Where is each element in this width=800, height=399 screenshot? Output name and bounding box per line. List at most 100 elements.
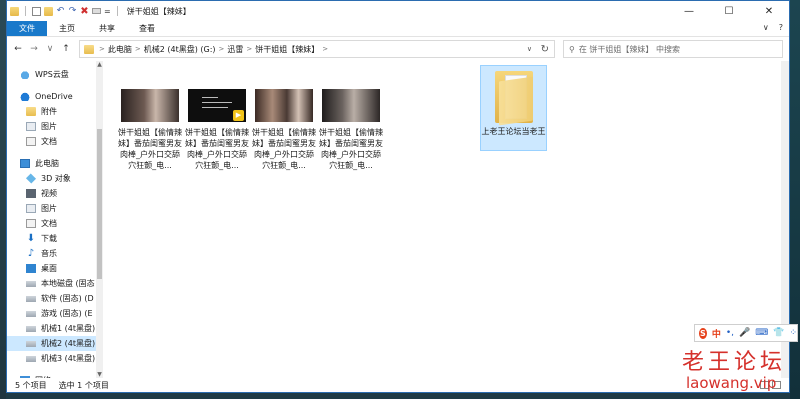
navigation-scrollbar[interactable]: ▲ ▼ <box>96 61 103 378</box>
breadcrumb-xunlei[interactable]: 迅雷 <box>227 44 243 55</box>
sogou-logo-icon[interactable]: S <box>699 327 707 339</box>
tab-file[interactable]: 文件 <box>7 21 47 36</box>
nav-item-drive-d[interactable]: 软件 (固态) (D <box>7 291 103 306</box>
navigation-pane: WPS云盘 OneDrive 附件 图片 文档 此电脑 3D 对象 视频 图片 … <box>7 61 103 378</box>
nav-item-label: 图片 <box>41 204 57 213</box>
tab-share[interactable]: 共享 <box>87 21 127 36</box>
folder-item-selected[interactable]: 上老王论坛当老王 <box>480 65 547 151</box>
search-input[interactable]: ⚲ 在 饼干姐姐【辣妹】 中搜索 <box>563 40 783 58</box>
help-button[interactable]: ? <box>779 23 783 32</box>
nav-item-drive-c[interactable]: 本地磁盘 (固态 <box>7 276 103 291</box>
maximize-button[interactable]: ☐ <box>709 1 749 21</box>
chevron-right-icon[interactable]: > <box>135 45 141 53</box>
downloads-icon: ⬇ <box>26 233 36 244</box>
keyboard-icon[interactable]: ⌨ <box>755 328 768 338</box>
tab-view[interactable]: 查看 <box>127 21 167 36</box>
toolbox-icon[interactable]: ⁘ <box>789 328 797 338</box>
separator <box>25 6 26 16</box>
scroll-up-icon[interactable]: ▲ <box>96 61 103 68</box>
chevron-right-icon[interactable]: > <box>219 45 225 53</box>
undo-icon[interactable]: ↶ <box>56 6 65 16</box>
customize-quick-access-dropdown[interactable]: = <box>104 7 111 16</box>
nav-item-this-pc[interactable]: 此电脑 <box>7 156 103 171</box>
scroll-down-icon[interactable]: ▼ <box>96 371 103 378</box>
nav-item-label: WPS云盘 <box>35 70 69 79</box>
chevron-right-icon[interactable]: > <box>99 45 105 53</box>
nav-item-onedrive-documents[interactable]: 文档 <box>7 134 103 149</box>
nav-list: WPS云盘 OneDrive 附件 图片 文档 此电脑 3D 对象 视频 图片 … <box>7 61 103 378</box>
up-button[interactable]: ↑ <box>59 44 73 54</box>
breadcrumb-current-folder[interactable]: 饼干姐姐【辣妹】 <box>255 44 319 55</box>
drive-icon <box>26 340 36 347</box>
address-dropdown-button[interactable]: ∨ <box>527 45 532 53</box>
nav-item-drive-e[interactable]: 游戏 (固态) (E <box>7 306 103 321</box>
videos-icon <box>26 189 36 198</box>
file-item[interactable]: 饼干姐姐【偷情辣妹】番茄闺蜜男友肉棒_户外口交舔穴狂颤_电... <box>318 89 384 171</box>
file-name: 饼干姐姐【偷情辣妹】番茄闺蜜男友肉棒_户外口交舔穴狂颤_电... <box>319 128 383 170</box>
nav-item-attachments[interactable]: 附件 <box>7 104 103 119</box>
chevron-right-icon[interactable]: > <box>246 45 252 53</box>
minimize-button[interactable]: — <box>669 1 709 21</box>
expand-ribbon-button[interactable]: ∨ <box>763 23 769 32</box>
ribbon-controls: ∨ ? <box>763 23 783 32</box>
nav-item-onedrive[interactable]: OneDrive <box>7 89 103 104</box>
new-folder-icon[interactable] <box>44 6 53 16</box>
window-title: 饼干姐姐【辣妹】 <box>126 6 191 16</box>
main-area: WPS云盘 OneDrive 附件 图片 文档 此电脑 3D 对象 视频 图片 … <box>7 61 789 378</box>
tab-home[interactable]: 主页 <box>47 21 87 36</box>
breadcrumb-drive[interactable]: 机械2 (4t黑盘) (G:) <box>144 44 216 55</box>
punctuation-icon[interactable]: •, <box>726 328 734 338</box>
chevron-right-icon[interactable]: > <box>322 45 328 53</box>
pictures-icon <box>26 122 36 131</box>
scrollbar-thumb[interactable] <box>97 129 102 279</box>
skin-icon[interactable]: 👕 <box>773 328 784 338</box>
nav-item-drive-mech1[interactable]: 机械1 (4t黑盘) <box>7 321 103 336</box>
forward-button[interactable]: → <box>27 44 41 54</box>
nav-item-label: 图片 <box>41 122 57 131</box>
close-button[interactable]: ✕ <box>749 1 789 21</box>
file-item[interactable]: 饼干姐姐【偷情辣妹】番茄闺蜜男友肉棒_户外口交舔穴狂颤_电... <box>117 89 183 171</box>
video-thumbnail <box>255 89 313 122</box>
nav-item-label: 此电脑 <box>35 159 59 168</box>
thumbnail-text-line <box>202 97 218 98</box>
refresh-icon[interactable]: ↻ <box>541 44 549 55</box>
drive-icon <box>26 310 36 317</box>
address-bar[interactable]: > 此电脑 > 机械2 (4t黑盘) (G:) > 迅雷 > 饼干姐姐【辣妹】 … <box>79 40 555 58</box>
nav-item-drive-mech3[interactable]: 机械3 (4t黑盘) <box>7 351 103 366</box>
nav-item-desktop[interactable]: 桌面 <box>7 261 103 276</box>
microphone-icon[interactable]: 🎤 <box>739 328 750 338</box>
music-icon: ♪ <box>27 248 35 259</box>
onedrive-icon <box>20 92 30 101</box>
nav-item-3d-objects[interactable]: 3D 对象 <box>7 171 103 186</box>
drive-icon <box>26 325 36 332</box>
thumbnail-text-line <box>202 107 228 108</box>
nav-item-onedrive-pictures[interactable]: 图片 <box>7 119 103 134</box>
drive-icon <box>26 355 36 362</box>
nav-item-wps-cloud[interactable]: WPS云盘 <box>7 67 103 82</box>
nav-item-pictures[interactable]: 图片 <box>7 201 103 216</box>
folder-icon <box>10 6 19 16</box>
properties-icon[interactable] <box>32 6 41 16</box>
nav-item-downloads[interactable]: ⬇ 下载 <box>7 231 103 246</box>
nav-item-drive-mech2[interactable]: 机械2 (4t黑盘) <box>7 336 103 351</box>
input-mode-toggle[interactable]: 中 <box>712 327 721 340</box>
nav-item-label: 3D 对象 <box>41 174 71 183</box>
recent-locations-button[interactable]: ∨ <box>43 44 57 54</box>
file-item[interactable]: 饼干姐姐【偷情辣妹】番茄闺蜜男友肉棒_户外口交舔穴狂颤_电... <box>251 89 317 171</box>
nav-item-label: 本地磁盘 (固态 <box>41 279 95 288</box>
desktop-icon <box>26 264 36 273</box>
delete-icon[interactable]: ✖ <box>80 6 89 16</box>
drive-icon <box>26 295 36 302</box>
nav-item-documents[interactable]: 文档 <box>7 216 103 231</box>
nav-item-videos[interactable]: 视频 <box>7 186 103 201</box>
search-icon: ⚲ <box>569 44 575 54</box>
file-item[interactable]: ▶ 饼干姐姐【偷情辣妹】番茄闺蜜男友肉棒_户外口交舔穴狂颤_电... <box>184 89 250 171</box>
breadcrumb-this-pc[interactable]: 此电脑 <box>108 44 132 55</box>
window-controls: — ☐ ✕ <box>669 1 789 21</box>
back-button[interactable]: ← <box>11 44 25 54</box>
nav-item-label: OneDrive <box>35 92 73 101</box>
redo-icon[interactable]: ↷ <box>68 6 77 16</box>
nav-item-music[interactable]: ♪ 音乐 <box>7 246 103 261</box>
nav-item-label: 文档 <box>41 219 57 228</box>
rename-icon[interactable] <box>92 8 101 14</box>
